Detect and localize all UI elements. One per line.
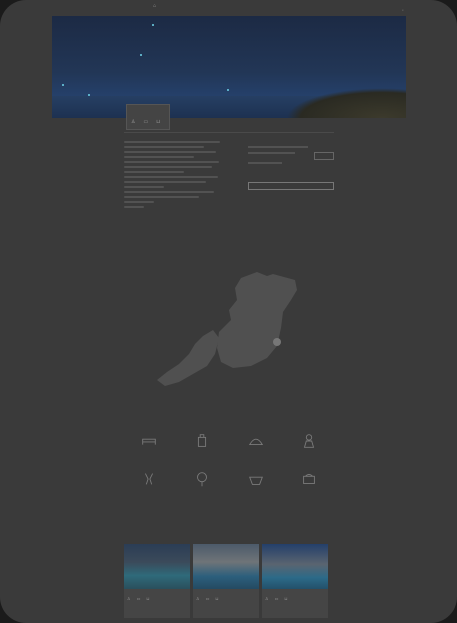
amenities-grid — [122, 432, 336, 492]
amenity-item[interactable] — [176, 470, 230, 492]
bath-icon: ⊔ — [284, 596, 288, 601]
guests-icon: ♙ — [127, 596, 131, 601]
top-bar: ⌂ ⌕ — [52, 4, 406, 16]
villa-photo — [262, 544, 328, 589]
guests-icon: ♙ — [196, 596, 200, 601]
bed-icon[interactable]: ▭ — [143, 119, 148, 125]
towels-icon — [303, 474, 316, 484]
bath-icon: ⊔ — [146, 596, 150, 601]
amenity-item[interactable] — [229, 470, 283, 492]
villa-card[interactable]: ♙ ▭ ⊔ — [262, 544, 328, 618]
booking-icons: ♙ ▭ ⊔ — [131, 119, 160, 125]
guests-icon[interactable]: ♙ — [131, 119, 135, 125]
search-icon[interactable]: ⌕ — [402, 8, 404, 12]
bag-icon — [198, 434, 207, 447]
booking-widget[interactable]: ♙ ▭ ⊔ — [126, 104, 170, 130]
site-logo[interactable]: ⌂ — [130, 4, 180, 9]
sparkle-icon — [227, 89, 229, 91]
bed-icon: ▭ — [136, 596, 141, 601]
villa-photo — [193, 544, 259, 589]
hero-image — [52, 16, 406, 118]
sparkle-icon — [140, 54, 142, 56]
sparkle-icon — [62, 84, 64, 86]
bath-icon: ⊔ — [215, 596, 219, 601]
amenities-header — [122, 402, 336, 403]
sparkle-icon — [152, 24, 154, 26]
amenity-item[interactable] — [176, 432, 230, 454]
section-tabs — [124, 132, 334, 138]
page-frame: ⌂ ⌕ ♙ ▭ ⊔ ♙ ▭ ⊔ ♙ ▭ ⊔ ♙ ▭ ⊔ — [0, 0, 457, 623]
booking-sidebar — [248, 146, 334, 190]
location-pin-icon[interactable] — [273, 338, 281, 346]
chef-icon — [304, 434, 315, 448]
amenity-item[interactable] — [122, 432, 176, 454]
hero-coast — [286, 88, 406, 118]
bed-icon: ▭ — [205, 596, 210, 601]
description-text — [124, 141, 224, 211]
bed-icon — [142, 438, 156, 445]
cloche-icon — [248, 438, 263, 446]
champagne-icon — [144, 473, 153, 485]
amenity-item[interactable] — [283, 432, 337, 454]
amenity-item[interactable] — [229, 432, 283, 454]
logo-mark-icon: ⌂ — [153, 3, 157, 9]
amenity-item[interactable] — [283, 470, 337, 492]
basket-icon — [248, 476, 263, 485]
top-links: ⌕ — [390, 8, 404, 12]
tree-icon — [197, 472, 208, 487]
villa-photo — [124, 544, 190, 589]
sidebar-button[interactable] — [314, 152, 334, 160]
bath-icon[interactable]: ⊔ — [156, 119, 160, 125]
enquire-button[interactable] — [248, 182, 334, 190]
similar-villas-list: ♙ ▭ ⊔ ♙ ▭ ⊔ ♙ ▭ ⊔ — [124, 544, 328, 618]
amenity-item[interactable] — [122, 470, 176, 492]
villa-card[interactable]: ♙ ▭ ⊔ — [124, 544, 190, 618]
bed-icon: ▭ — [274, 596, 279, 601]
guests-icon: ♙ — [265, 596, 269, 601]
island-map[interactable] — [145, 266, 315, 392]
villa-card[interactable]: ♙ ▭ ⊔ — [193, 544, 259, 618]
main-island-shape — [217, 272, 297, 368]
small-island-shape — [157, 330, 219, 386]
